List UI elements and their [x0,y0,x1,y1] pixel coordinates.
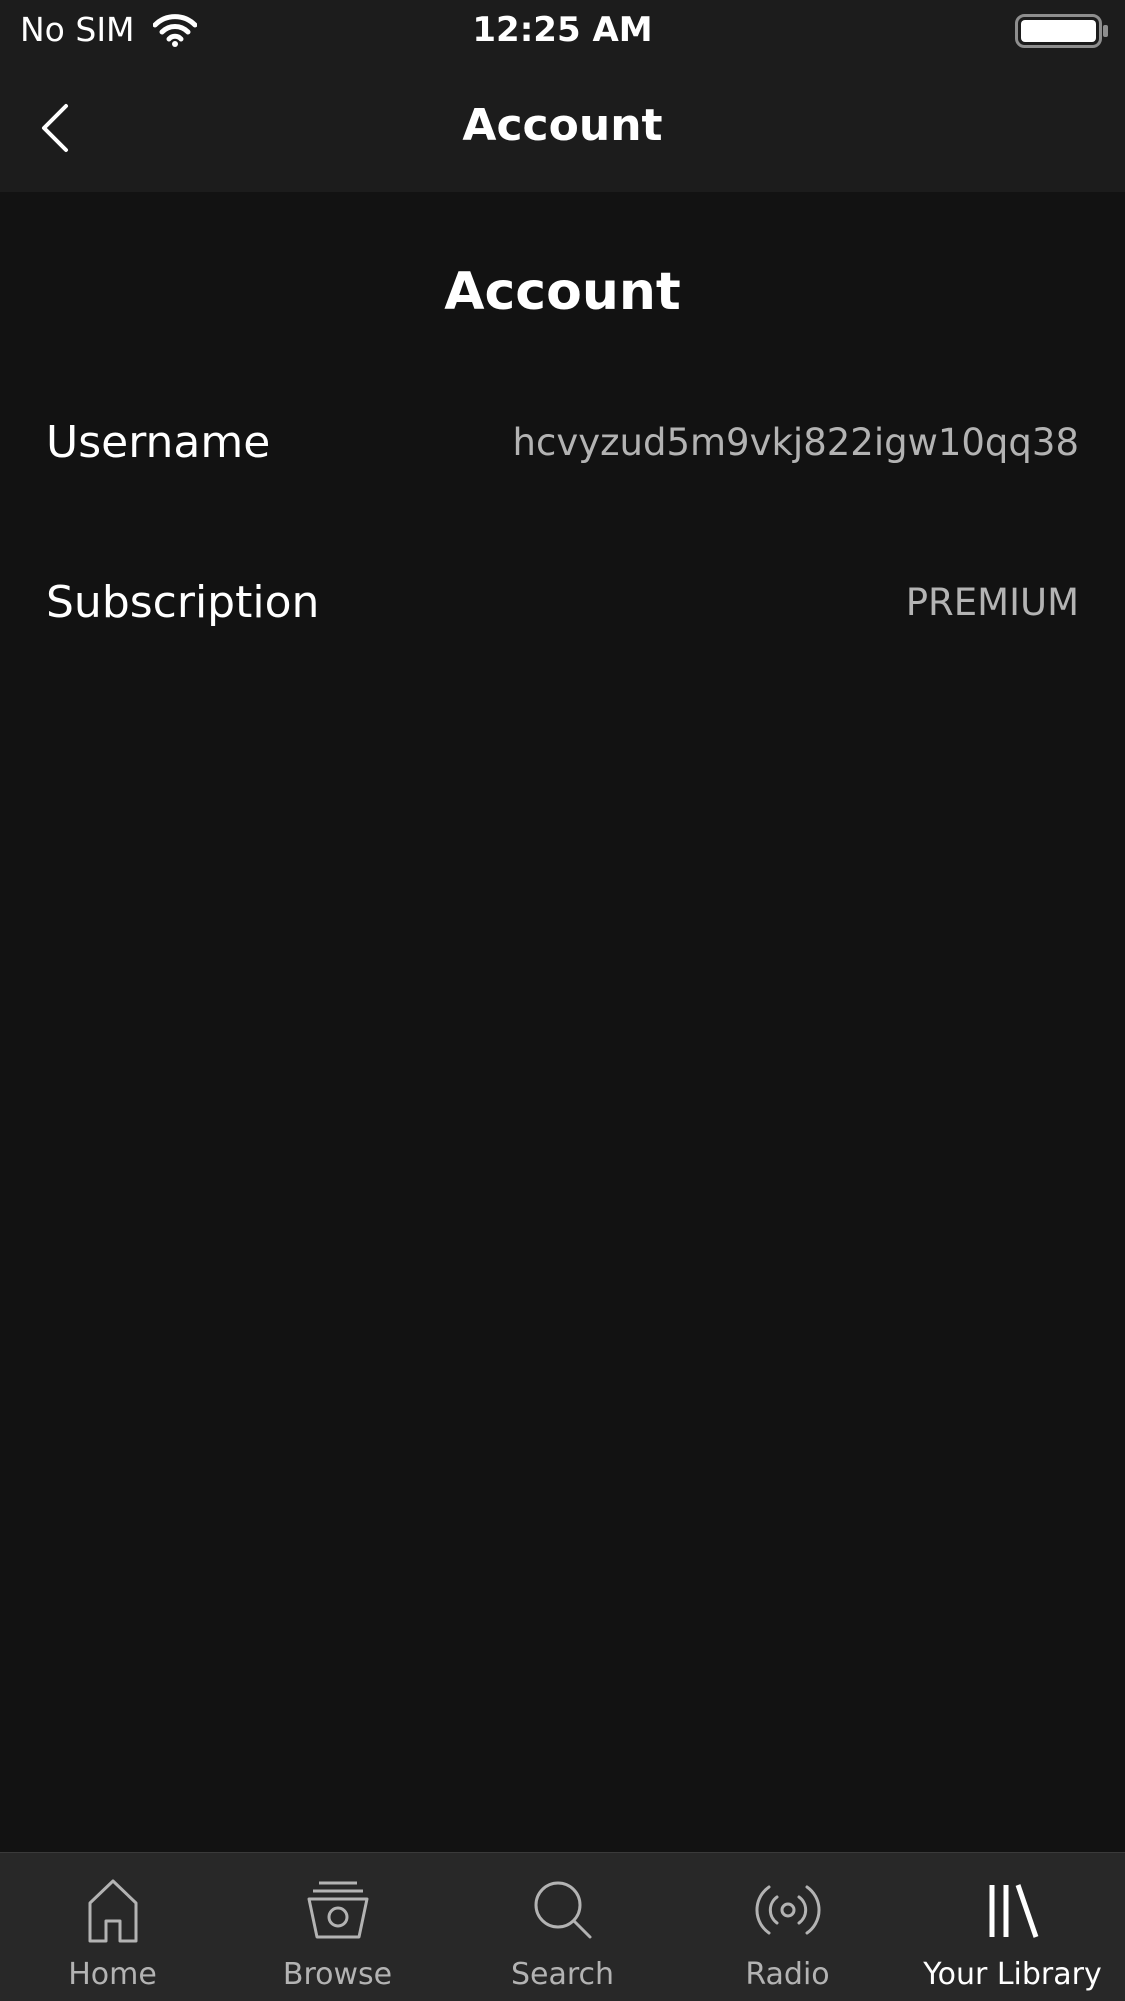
tab-home[interactable]: Home [0,1853,225,2001]
tab-radio[interactable]: Radio [675,1853,900,2001]
status-time: 12:25 AM [472,10,653,50]
tab-your-library[interactable]: Your Library [900,1853,1125,2001]
username-label: Username [46,416,271,468]
subscription-row: Subscription PREMIUM [46,562,1079,642]
tab-your-library-label: Your Library [923,1957,1102,1992]
tab-radio-label: Radio [745,1957,830,1992]
status-bar: No SIM 12:25 AM [0,0,1125,62]
battery-icon [1015,14,1108,48]
browse-icon [307,1881,368,1939]
account-screen: No SIM 12:25 AM Account Account Username… [0,0,1125,2001]
tab-bar: Home Browse Search Radio Your Library [0,1852,1125,2001]
radio-icon [755,1885,820,1935]
search-icon [534,1881,591,1939]
nav-bar: Account [0,62,1125,192]
section-heading: Account [444,262,681,322]
tab-browse[interactable]: Browse [225,1853,450,2001]
username-row: Username hcvyzud5m9vkj822igw10qq38 [46,402,1079,482]
home-icon [88,1879,137,1943]
tab-search[interactable]: Search [450,1853,675,2001]
nav-title: Account [462,100,663,151]
subscription-label: Subscription [46,576,320,628]
tab-home-label: Home [68,1957,157,1992]
library-icon [989,1884,1038,1938]
tab-browse-label: Browse [282,1957,393,1992]
subscription-value: PREMIUM [905,580,1079,624]
username-value: hcvyzud5m9vkj822igw10qq38 [512,420,1079,464]
tab-search-label: Search [510,1957,615,1992]
